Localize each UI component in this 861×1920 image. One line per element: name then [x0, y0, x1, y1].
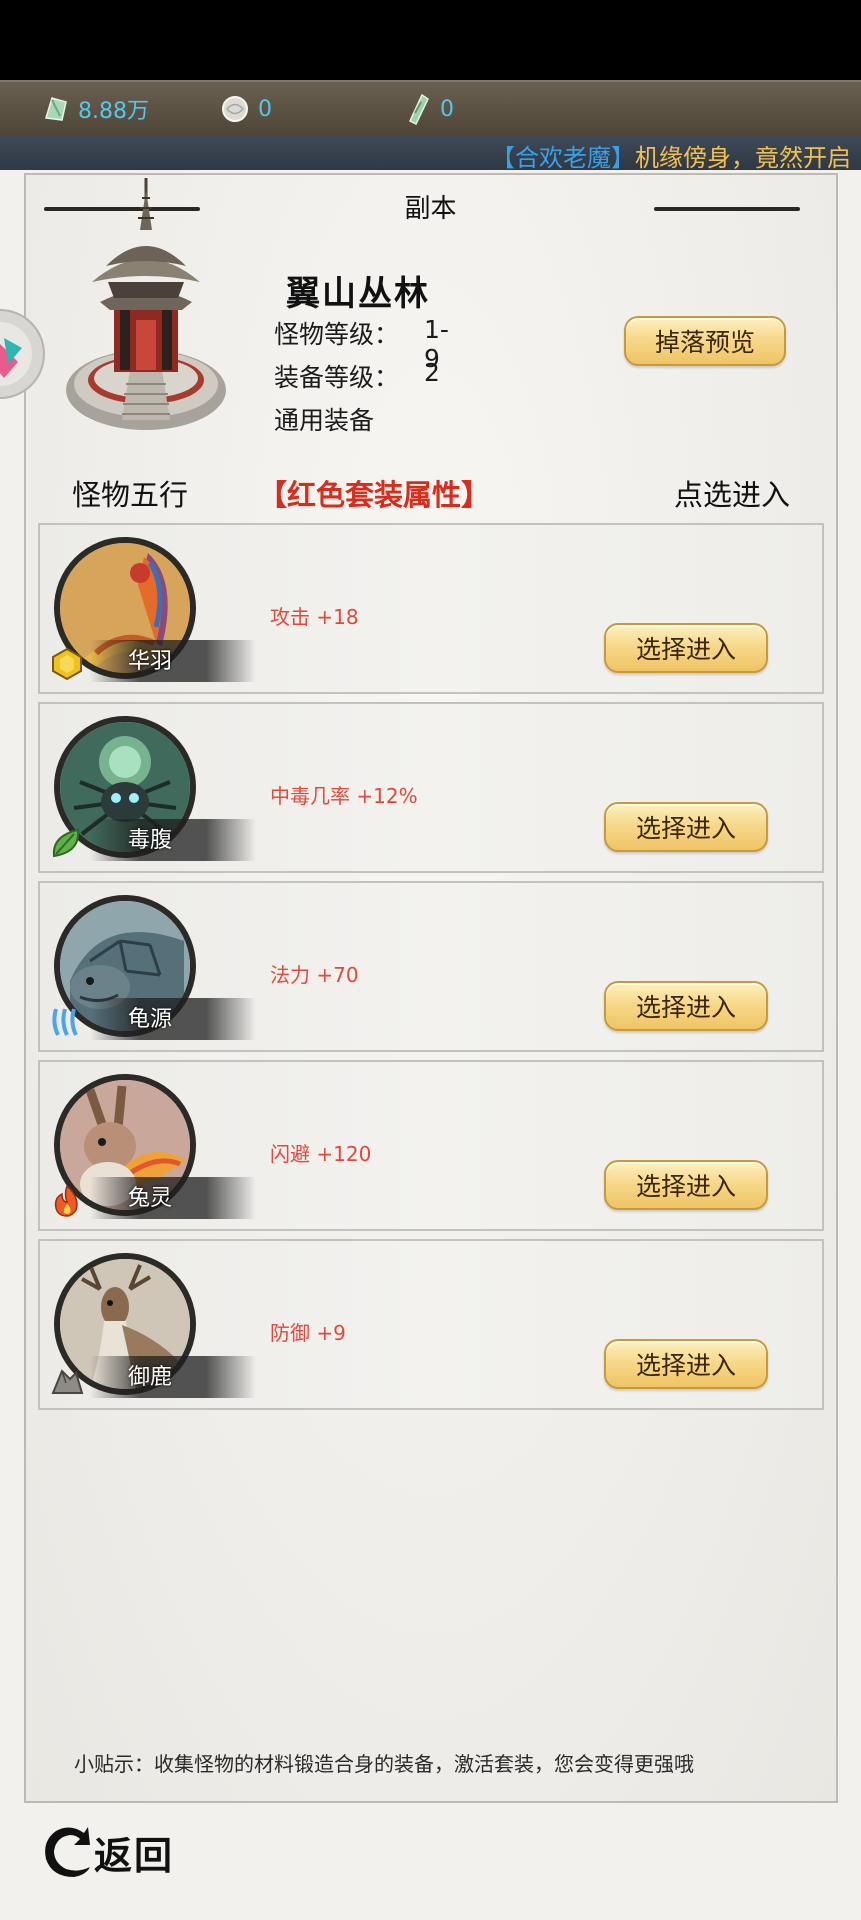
set-attribute: 防御 +9 — [270, 1321, 346, 1345]
monster-level-label: 怪物等级： — [274, 320, 400, 349]
back-label: 返回 — [94, 1832, 175, 1878]
screen: 8.88万 0 0 【合欢老魔】机缘傍身，竟然开启 副本 翼山丛林 怪物等级： … — [0, 0, 861, 1920]
water-element-icon — [52, 1008, 78, 1036]
select-enter-button[interactable]: 选择进入 — [604, 981, 768, 1031]
monster-row-dufu[interactable]: 毒腹 中毒几率 +12% 选择进入 — [38, 702, 824, 873]
monster-row-huayu[interactable]: 华羽 攻击 +18 选择进入 — [38, 523, 824, 694]
ticket-amount: 0 — [440, 96, 454, 122]
select-enter-button[interactable]: 选择进入 — [604, 802, 768, 852]
back-button[interactable]: 返回 — [40, 1823, 174, 1881]
side-menu-button[interactable] — [0, 304, 50, 404]
status-bar — [0, 0, 861, 80]
wood-element-icon — [52, 828, 80, 858]
news-ticker[interactable]: 【合欢老魔】机缘傍身，竟然开启 — [0, 136, 861, 170]
equip-level-label: 装备等级： — [274, 363, 400, 392]
monster-row-guiyuan[interactable]: 龟源 法力 +70 选择进入 — [38, 881, 824, 1052]
metal-element-icon — [52, 647, 82, 681]
back-arrow-icon — [45, 1827, 90, 1877]
jade-amount: 8.88万 — [78, 99, 149, 124]
pearl-currency: 0 — [220, 92, 272, 126]
currency-bar: 8.88万 0 0 — [0, 80, 861, 136]
set-attribute: 中毒几率 +12% — [270, 784, 418, 808]
monster-level-row: 怪物等级： 1-9 — [274, 315, 449, 373]
ticker-highlight: 【合欢老魔】 — [491, 144, 635, 170]
tip-text: 小贴示：收集怪物的材料锻造合身的装备，激活套装，您会变得更强哦 — [74, 1752, 694, 1776]
drop-preview-button[interactable]: 掉落预览 — [624, 316, 786, 366]
select-enter-button[interactable]: 选择进入 — [604, 1160, 768, 1210]
header-set-attribute: 【红色套装属性】 — [258, 478, 491, 512]
monster-name: 兔灵 — [127, 1186, 172, 1211]
monster-row-yulu[interactable]: 御鹿 防御 +9 选择进入 — [38, 1239, 824, 1410]
pearl-icon — [222, 96, 248, 122]
equip-level-row: 装备等级： 2 — [274, 358, 440, 394]
ticker-message: 【合欢老魔】机缘傍身，竟然开启 — [491, 138, 851, 170]
monster-name: 华羽 — [127, 649, 172, 674]
monster-row-tuling[interactable]: 兔灵 闪避 +120 选择进入 — [38, 1060, 824, 1231]
jade-currency: 8.88万 — [42, 92, 149, 126]
equip-level-value: 2 — [424, 358, 440, 387]
select-enter-button[interactable]: 选择进入 — [604, 623, 768, 673]
monster-name: 御鹿 — [127, 1365, 172, 1390]
set-attribute: 闪避 +120 — [270, 1142, 372, 1166]
header-element: 怪物五行 — [72, 478, 189, 512]
dungeon-name: 翼山丛林 — [286, 274, 430, 314]
earth-element-icon — [51, 1369, 84, 1394]
jade-icon — [45, 97, 67, 121]
bamboo-slip-icon — [409, 93, 429, 125]
select-enter-button[interactable]: 选择进入 — [604, 1339, 768, 1389]
set-attribute: 法力 +70 — [270, 963, 359, 987]
pagoda-illustration — [66, 178, 226, 430]
ticker-text: 机缘傍身，竟然开启 — [635, 144, 851, 170]
fire-element-icon — [54, 1184, 78, 1217]
ticket-currency: 0 — [406, 92, 454, 126]
monster-name: 毒腹 — [127, 828, 172, 853]
pearl-amount: 0 — [258, 96, 272, 122]
set-attribute: 攻击 +18 — [270, 605, 359, 629]
header-select: 点选进入 — [674, 478, 791, 512]
equip-type: 通用装备 — [274, 406, 375, 435]
monster-name: 龟源 — [127, 1007, 172, 1032]
